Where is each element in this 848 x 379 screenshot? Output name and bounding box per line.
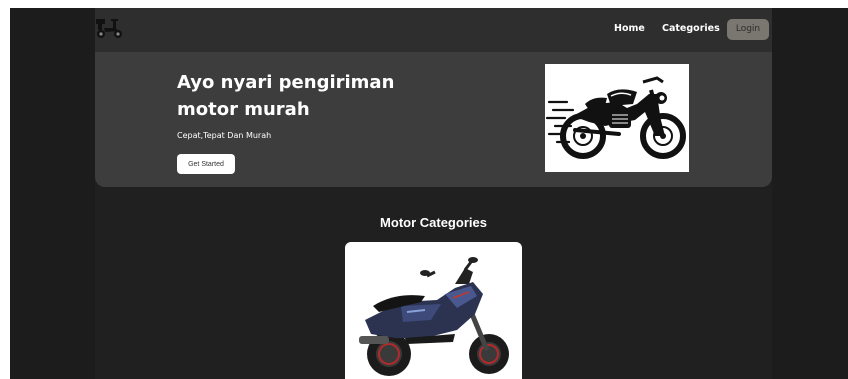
hero-banner: Ayo nyari pengiriman motor murah Cepat,T…: [95, 52, 772, 187]
login-button[interactable]: Login: [727, 19, 769, 40]
page-frame: Home Categories Login Ayo nyari pengirim…: [10, 8, 848, 379]
scooter-logo-icon[interactable]: [95, 16, 125, 42]
categories-title: Motor Categories: [380, 215, 487, 230]
category-card[interactable]: [345, 242, 522, 379]
sport-scooter-photo: [359, 257, 509, 376]
hero-subtitle: Cepat,Tepat Dan Murah: [177, 131, 272, 140]
right-margin: [772, 8, 848, 379]
left-margin: [10, 8, 95, 379]
motorcycle-illustration: [545, 64, 689, 172]
main-column: Home Categories Login Ayo nyari pengirim…: [95, 8, 772, 379]
hero-title: Ayo nyari pengiriman motor murah: [177, 72, 395, 120]
get-started-button[interactable]: Get Started: [177, 154, 235, 174]
navbar: Home Categories Login: [95, 8, 772, 52]
nav-home-link[interactable]: Home: [614, 23, 645, 34]
nav-categories-link[interactable]: Categories: [662, 23, 720, 34]
